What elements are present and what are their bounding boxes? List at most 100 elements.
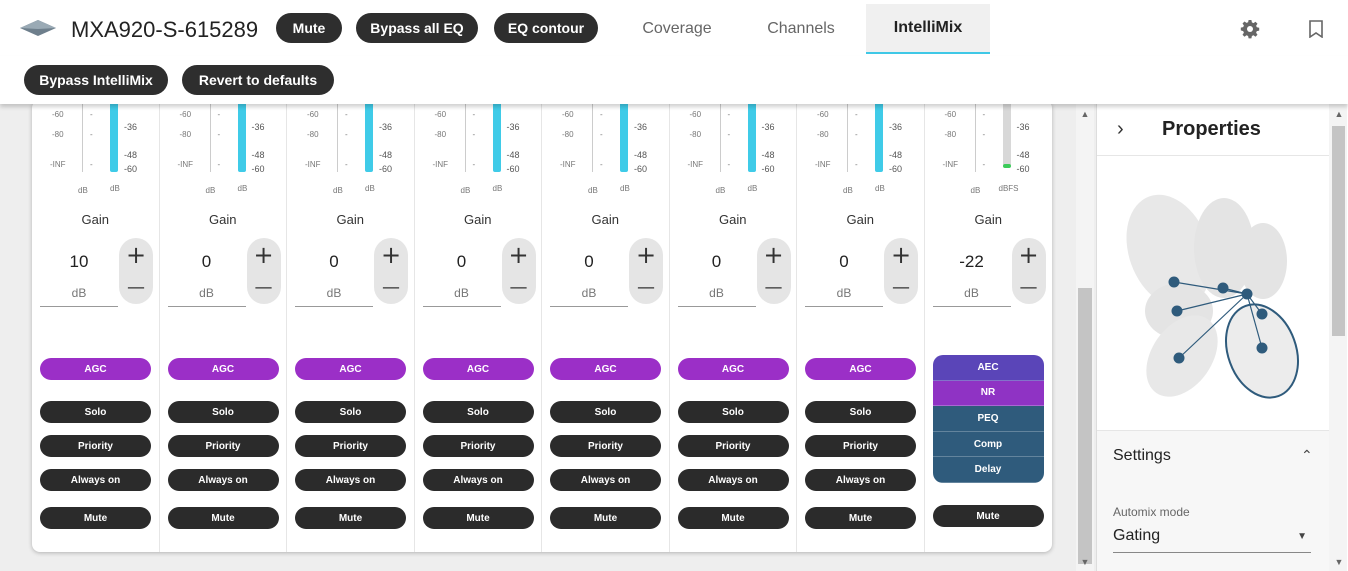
automix-mode-select[interactable]: Gating ▼ xyxy=(1113,523,1311,553)
dsp-block-peq-button[interactable]: PEQ xyxy=(932,406,1044,432)
chevron-up-icon[interactable]: ⌃ xyxy=(1301,447,1313,464)
tab-coverage[interactable]: Coverage xyxy=(622,4,732,54)
priority-button[interactable]: Priority xyxy=(167,435,279,457)
agc-button[interactable]: AGC xyxy=(677,358,789,380)
meter-scale-label: -60 xyxy=(434,110,447,119)
gain-value-input[interactable]: 10 xyxy=(44,252,114,272)
always-on-button[interactable]: Always on xyxy=(677,469,789,491)
gear-icon[interactable] xyxy=(1238,17,1262,41)
solo-button[interactable]: Solo xyxy=(167,401,279,423)
gain-increment-button[interactable]: + xyxy=(119,238,153,271)
panel-scroll-up-icon[interactable]: ▲ xyxy=(1332,108,1346,120)
bypass-all-eq-button[interactable]: Bypass all EQ xyxy=(356,13,478,43)
agc-button[interactable]: AGC xyxy=(40,358,151,380)
agc-button[interactable]: AGC xyxy=(295,358,406,380)
gain-increment-button[interactable]: + xyxy=(629,238,663,271)
gain-increment-button[interactable]: + xyxy=(374,238,408,271)
settings-title[interactable]: Settings xyxy=(1113,447,1171,465)
automix-mode-value: Gating xyxy=(1113,527,1161,544)
gain-decrement-button[interactable]: — xyxy=(629,271,663,304)
priority-button[interactable]: Priority xyxy=(805,435,916,457)
gain-decrement-button[interactable]: — xyxy=(247,271,281,304)
dsp-block-aec-button[interactable]: AEC xyxy=(932,355,1044,381)
dsp-block-delay-button[interactable]: Delay xyxy=(932,457,1044,483)
panel-scrollbar-thumb[interactable] xyxy=(1332,126,1345,336)
gain-value-input[interactable]: 0 xyxy=(809,252,879,272)
meter-unit-right: dBFS xyxy=(998,184,1019,193)
agc-button[interactable]: AGC xyxy=(805,358,916,380)
main-scrollbar-thumb[interactable] xyxy=(1078,288,1092,564)
always-on-button[interactable]: Always on xyxy=(167,469,279,491)
channel-mute-button[interactable]: Mute xyxy=(550,507,661,529)
meter-scale-label: -60 xyxy=(889,164,903,174)
gain-decrement-button[interactable]: — xyxy=(374,271,408,304)
level-meter-bar xyxy=(620,104,628,172)
tab-channels[interactable]: Channels xyxy=(745,4,857,54)
gain-value-input[interactable]: 0 xyxy=(299,252,369,272)
priority-button[interactable]: Priority xyxy=(40,435,151,457)
gain-decrement-button[interactable]: — xyxy=(119,271,153,304)
panel-scrollbar[interactable]: ▲ ▼ xyxy=(1329,104,1347,571)
gain-value-input[interactable]: 0 xyxy=(554,252,624,272)
gain-value-input[interactable]: -22 xyxy=(937,252,1007,272)
channel-mute-button[interactable]: Mute xyxy=(295,507,406,529)
dsp-block-comp-button[interactable]: Comp xyxy=(932,431,1044,458)
gain-increment-button[interactable]: + xyxy=(884,238,918,271)
meter-scale-label: -80 xyxy=(689,130,702,139)
panel-scroll-down-icon[interactable]: ▼ xyxy=(1332,556,1346,568)
dsp-block-nr-button[interactable]: NR xyxy=(932,380,1044,407)
gain-value-input[interactable]: 0 xyxy=(427,252,497,272)
always-on-button[interactable]: Always on xyxy=(295,469,406,491)
gain-increment-button[interactable]: + xyxy=(757,238,791,271)
channel-mute-button[interactable]: Mute xyxy=(422,507,534,529)
gain-increment-button[interactable]: + xyxy=(502,238,536,271)
solo-button[interactable]: Solo xyxy=(40,401,151,423)
meter-scale-label: -48 xyxy=(634,150,648,160)
solo-button[interactable]: Solo xyxy=(295,401,406,423)
meter-unit-left: dB xyxy=(715,186,726,195)
bypass-intellimix-button[interactable]: Bypass IntelliMix xyxy=(24,65,168,95)
output-mute-button[interactable]: Mute xyxy=(932,505,1044,527)
mute-all-button[interactable]: Mute xyxy=(276,13,342,43)
gain-unit: dB xyxy=(836,286,852,300)
meter-tick: - xyxy=(727,110,731,119)
priority-button[interactable]: Priority xyxy=(550,435,661,457)
revert-to-defaults-button[interactable]: Revert to defaults xyxy=(182,65,334,95)
solo-button[interactable]: Solo xyxy=(805,401,916,423)
always-on-button[interactable]: Always on xyxy=(805,469,916,491)
agc-button[interactable]: AGC xyxy=(550,358,661,380)
solo-button[interactable]: Solo xyxy=(677,401,789,423)
always-on-button[interactable]: Always on xyxy=(422,469,534,491)
channel-mute-button[interactable]: Mute xyxy=(805,507,916,529)
gain-decrement-button[interactable]: — xyxy=(502,271,536,304)
priority-button[interactable]: Priority xyxy=(422,435,534,457)
eq-contour-button[interactable]: EQ contour xyxy=(494,13,598,43)
channel-mute-button[interactable]: Mute xyxy=(677,507,789,529)
gain-decrement-button[interactable]: — xyxy=(757,271,791,304)
scroll-up-icon[interactable]: ▲ xyxy=(1078,108,1092,120)
gain-value-input[interactable]: 0 xyxy=(172,252,242,272)
meter-tick: - xyxy=(90,130,93,139)
chevron-right-icon[interactable]: › xyxy=(1117,118,1124,141)
gain-increment-button[interactable]: + xyxy=(247,238,281,271)
solo-button[interactable]: Solo xyxy=(550,401,661,423)
gain-unit: dB xyxy=(709,286,724,300)
always-on-button[interactable]: Always on xyxy=(40,469,151,491)
solo-button[interactable]: Solo xyxy=(422,401,534,423)
main-scrollbar[interactable]: ▲ ▼ xyxy=(1076,104,1094,571)
always-on-button[interactable]: Always on xyxy=(550,469,661,491)
agc-button[interactable]: AGC xyxy=(167,358,279,380)
bookmark-icon[interactable] xyxy=(1304,17,1328,41)
tab-intellimix[interactable]: IntelliMix xyxy=(866,4,990,54)
gain-increment-button[interactable]: + xyxy=(1012,238,1046,271)
priority-button[interactable]: Priority xyxy=(295,435,406,457)
priority-button[interactable]: Priority xyxy=(677,435,789,457)
scroll-down-icon[interactable]: ▼ xyxy=(1078,556,1092,568)
gain-decrement-button[interactable]: — xyxy=(884,271,918,304)
agc-button[interactable]: AGC xyxy=(422,358,534,380)
device-name: MXA920-S-615289 xyxy=(71,17,259,42)
channel-mute-button[interactable]: Mute xyxy=(40,507,151,529)
gain-value-input[interactable]: 0 xyxy=(682,252,752,272)
gain-decrement-button[interactable]: — xyxy=(1012,271,1046,304)
channel-mute-button[interactable]: Mute xyxy=(167,507,279,529)
